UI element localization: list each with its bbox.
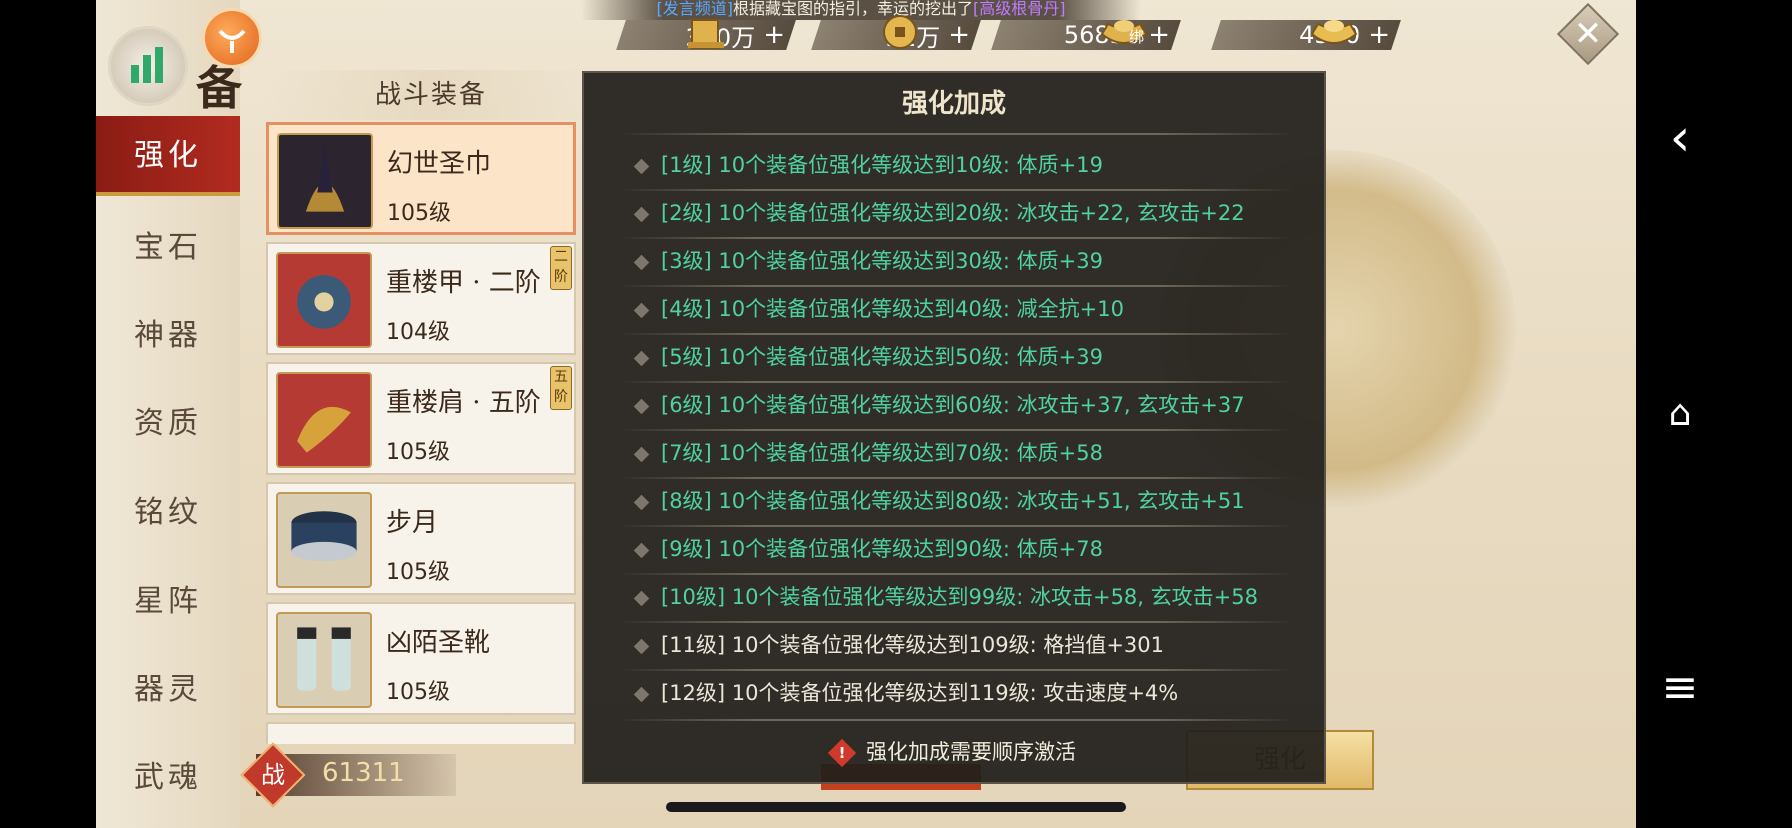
combat-power: 战 61311 [240, 742, 456, 808]
equip-panel-header: 战斗装备 [266, 70, 596, 120]
bonus-row-2: [2级] 10个装备位强化等级达到20级: 冰攻击+22, 玄攻击+22 [633, 189, 1245, 237]
stats-button[interactable] [108, 26, 188, 106]
equip-slot-boots[interactable]: 凶陌圣靴 105级 [266, 602, 576, 715]
home-indicator[interactable] [666, 802, 1126, 812]
currency-ingot-plus[interactable]: + [1368, 20, 1390, 50]
bonus-row-8: [8级] 10个装备位强化等级达到80级: 冰攻击+51, 玄攻击+51 [633, 477, 1245, 525]
bonus-row-9: [9级] 10个装备位强化等级达到90级: 体质+78 [633, 525, 1103, 573]
system-broadcast: [发言频道]根据藏宝图的指引，幸运的挖出了[高级根骨丹] [581, 0, 1141, 20]
sidebar-item-martial-soul[interactable]: 武魂 [96, 738, 240, 818]
diamond-bullet-icon [633, 398, 650, 414]
sidebar-item-artifact[interactable]: 神器 [96, 296, 240, 376]
ingot-icon [1310, 20, 1358, 44]
home-icon[interactable]: ⌂ [1660, 394, 1700, 434]
currency-bound-ingot[interactable]: 56836+ [991, 20, 1181, 50]
diamond-bullet-icon [633, 638, 650, 654]
diamond-bullet-icon [633, 206, 650, 222]
equip-slot-shoulder[interactable]: 五阶 重楼肩 · 五阶 105级 [266, 362, 576, 475]
diamond-bullet-icon [633, 686, 650, 702]
equip-slot-partial[interactable] [266, 722, 576, 744]
warning-icon: ! [827, 738, 857, 768]
enhance-bonus-popup: 强化加成 [1级] 10个装备位强化等级达到10级: 体质+19 [2级] 10… [582, 71, 1326, 784]
diamond-bullet-icon [633, 254, 650, 270]
currency-coin-plus[interactable]: + [948, 20, 970, 50]
equip-name: 重楼肩 · 五阶 [386, 388, 541, 418]
divider [618, 133, 1294, 135]
helmet-icon [277, 133, 373, 229]
equip-slot-helmet[interactable]: 幻世圣巾 105级 [266, 122, 576, 235]
activation-note: ! 强化加成需要顺序激活 [584, 736, 1324, 768]
bonus-row-11: [11级] 10个装备位强化等级达到109级: 格挡值+301 [633, 621, 1164, 669]
currency-ingot[interactable]: 4350+ [1211, 20, 1401, 50]
sidebar-item-enhance[interactable]: 强化 [96, 116, 240, 196]
equip-name: 重楼甲 · 二阶 [386, 268, 541, 298]
broadcast-item: [高级根骨丹] [973, 0, 1066, 18]
diamond-bullet-icon [633, 158, 650, 174]
divider [618, 719, 1294, 721]
equip-slot-armor[interactable]: 二阶 重楼甲 · 二阶 104级 [266, 242, 576, 355]
equip-level: 105级 [386, 560, 450, 585]
diamond-bullet-icon [633, 494, 650, 510]
boots-icon [276, 612, 372, 708]
bonus-row-4: [4级] 10个装备位强化等级达到40级: 减全抗+10 [633, 285, 1124, 333]
bonus-row-10: [10级] 10个装备位强化等级达到99级: 冰攻击+58, 玄攻击+58 [633, 573, 1258, 621]
bonus-row-7: [7级] 10个装备位强化等级达到70级: 体质+58 [633, 429, 1103, 477]
sidebar-item-star-array[interactable]: 星阵 [96, 562, 240, 642]
combat-power-value: 61311 [322, 758, 405, 788]
tier-badge: 五阶 [550, 366, 572, 410]
equip-name: 步月 [386, 508, 439, 538]
broadcast-text: 根据藏宝图的指引，幸运的挖出了 [732, 0, 973, 18]
diamond-bullet-icon [633, 590, 650, 606]
close-button[interactable]: ✕ [1556, 2, 1620, 66]
diamond-bullet-icon [633, 350, 650, 366]
tier-badge: 二阶 [550, 246, 572, 290]
gold-bar-icon [688, 19, 724, 49]
back-icon[interactable]: ‹ [1660, 112, 1700, 164]
currency-gold-plus[interactable]: + [763, 20, 785, 50]
diamond-bullet-icon [633, 302, 650, 318]
belt-icon [276, 492, 372, 588]
equip-level: 105级 [387, 201, 451, 226]
logo-icon [218, 29, 246, 53]
equip-name: 幻世圣巾 [387, 149, 492, 179]
diamond-bullet-icon [633, 542, 650, 558]
sidebar-item-inscription[interactable]: 铭纹 [96, 473, 240, 553]
coin-icon [883, 15, 917, 49]
bonus-row-5: [5级] 10个装备位强化等级达到50级: 体质+39 [633, 333, 1103, 381]
sidebar-item-spirit[interactable]: 器灵 [96, 650, 240, 730]
left-letterbox [0, 0, 96, 828]
close-icon: ✕ [1573, 14, 1603, 54]
bonus-row-12: [12级] 10个装备位强化等级达到119级: 攻击速度+4% [633, 669, 1178, 717]
equip-name: 凶陌圣靴 [386, 628, 491, 658]
equip-level: 104级 [386, 320, 450, 345]
bar-chart-icon [131, 47, 163, 83]
armor-icon [276, 252, 372, 348]
game-screen: [发言频道]根据藏宝图的指引，幸运的挖出了[高级根骨丹] 340万+ 51万+ … [96, 0, 1636, 828]
sidebar: 强化 宝石 神器 资质 铭纹 星阵 器灵 武魂 [96, 0, 240, 828]
bonus-row-3: [3级] 10个装备位强化等级达到30级: 体质+39 [633, 237, 1103, 285]
combat-power-icon: 战 [240, 742, 306, 808]
menu-icon[interactable]: ≡ [1660, 666, 1700, 710]
popup-title: 强化加成 [901, 89, 1006, 119]
note-text: 强化加成需要顺序激活 [866, 740, 1076, 764]
sidebar-item-aptitude[interactable]: 资质 [96, 384, 240, 464]
sidebar-item-gems[interactable]: 宝石 [96, 208, 240, 288]
currency-bound-ingot-plus[interactable]: + [1148, 20, 1170, 50]
bound-badge: 绑 [1129, 28, 1145, 46]
equip-slot-belt[interactable]: 步月 105级 [266, 482, 576, 595]
shoulder-icon [276, 372, 372, 468]
equip-level: 105级 [386, 680, 450, 705]
avatar[interactable] [202, 8, 262, 68]
equip-level: 105级 [386, 440, 450, 465]
bonus-row-6: [6级] 10个装备位强化等级达到60级: 冰攻击+37, 玄攻击+37 [633, 381, 1245, 429]
diamond-bullet-icon [633, 446, 650, 462]
bonus-row-1: [1级] 10个装备位强化等级达到10级: 体质+19 [633, 141, 1103, 189]
